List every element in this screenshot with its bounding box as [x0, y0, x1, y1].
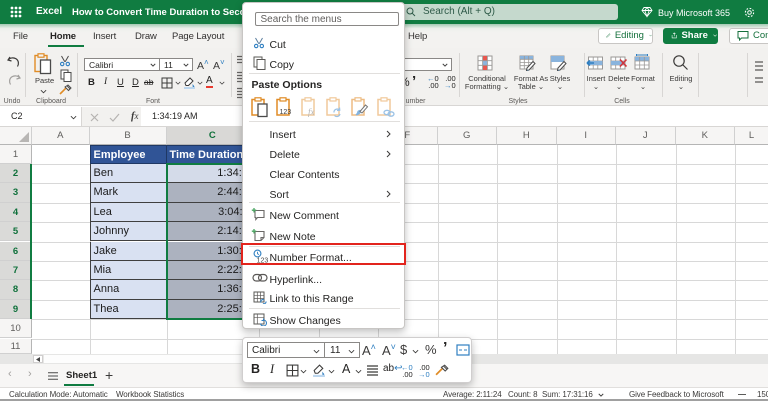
- svg-text:123: 123: [280, 109, 292, 116]
- svg-text:fx: fx: [308, 107, 315, 117]
